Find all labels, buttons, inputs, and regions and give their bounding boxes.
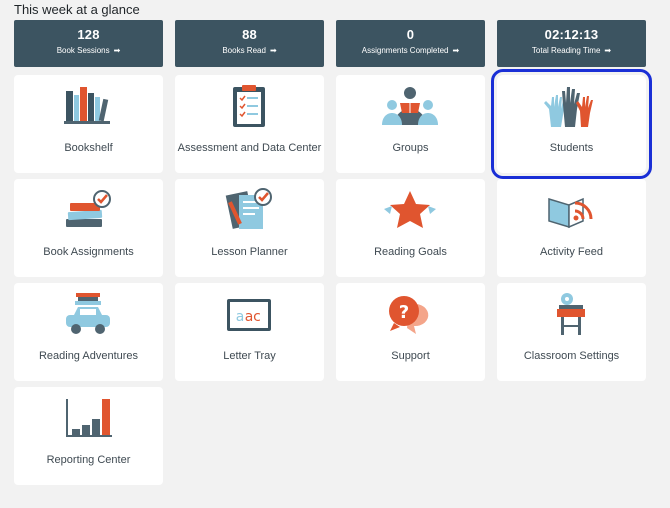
page-heading: This week at a glance: [14, 2, 140, 17]
abc-board-icon: a a c: [219, 291, 279, 337]
stat-label-row: Total Reading Time ➡: [497, 46, 646, 55]
tile-label: Reporting Center: [46, 454, 131, 466]
stat-total-reading-time[interactable]: 02:12:13 Total Reading Time ➡: [497, 20, 646, 67]
star-icon: [380, 187, 440, 233]
tile-label: Support: [391, 350, 430, 362]
stat-label-row: Book Sessions ➡: [14, 46, 163, 55]
tile-label: Book Assignments: [43, 246, 134, 258]
stat-value: 128: [77, 27, 100, 42]
tile-support[interactable]: ? Support: [336, 283, 485, 381]
arrow-right-icon: ➡: [604, 46, 612, 55]
desk-gear-icon: [541, 291, 601, 337]
car-books-icon: [58, 291, 118, 337]
tile-label: Reading Goals: [374, 246, 447, 258]
bar-chart-icon: [58, 395, 118, 441]
lesson-planner-icon: [219, 187, 279, 233]
tile-students[interactable]: Students: [491, 69, 652, 179]
bookshelf-icon: [58, 83, 118, 129]
stat-label: Book Sessions: [56, 46, 110, 55]
arrow-right-icon: ➡: [113, 46, 121, 55]
tile-label: Reading Adventures: [38, 350, 139, 362]
tile-assessment-data-center[interactable]: Assessment and Data Center: [175, 75, 324, 173]
tile-label: Students: [549, 142, 594, 154]
question-bubble-icon: ?: [380, 291, 440, 337]
group-reading-icon: [380, 83, 440, 129]
stat-label-row: Books Read ➡: [175, 46, 324, 55]
stat-book-sessions[interactable]: 128 Book Sessions ➡: [14, 20, 163, 67]
stat-books-read[interactable]: 88 Books Read ➡: [175, 20, 324, 67]
stat-value: 88: [242, 27, 257, 42]
arrow-right-icon: ➡: [269, 46, 277, 55]
tile-bookshelf[interactable]: Bookshelf: [14, 75, 163, 173]
stat-label: Total Reading Time: [531, 46, 601, 55]
tile-activity-feed[interactable]: Activity Feed: [497, 179, 646, 277]
stat-label-row: Assignments Completed ➡: [336, 46, 485, 55]
raised-hands-icon: [541, 83, 601, 129]
tile-label: Lesson Planner: [211, 246, 288, 258]
stat-label: Assignments Completed: [361, 46, 449, 55]
tile-classroom-settings[interactable]: Classroom Settings: [497, 283, 646, 381]
svg-text:a: a: [245, 309, 254, 325]
stat-value: 0: [406, 27, 415, 42]
tile-label: Groups: [392, 142, 429, 154]
svg-text:c: c: [253, 309, 261, 325]
tile-reading-adventures[interactable]: Reading Adventures: [14, 283, 163, 381]
clipboard-checklist-icon: [219, 83, 279, 129]
book-feed-icon: [541, 187, 601, 233]
svg-text:a: a: [236, 309, 245, 325]
tile-label: Bookshelf: [64, 142, 113, 154]
tile-label: Assessment and Data Center: [177, 142, 322, 154]
tile-letter-tray[interactable]: a a c Letter Tray: [175, 283, 324, 381]
stat-value: 02:12:13: [544, 27, 599, 42]
tile-reporting-center[interactable]: Reporting Center: [14, 387, 163, 485]
arrow-right-icon: ➡: [452, 46, 460, 55]
svg-text:?: ?: [399, 302, 409, 323]
tile-label: Activity Feed: [540, 246, 603, 258]
tile-label: Letter Tray: [223, 350, 276, 362]
tile-groups[interactable]: Groups: [336, 75, 485, 173]
tile-lesson-planner[interactable]: Lesson Planner: [175, 179, 324, 277]
tile-reading-goals[interactable]: Reading Goals: [336, 179, 485, 277]
stat-assignments-completed[interactable]: 0 Assignments Completed ➡: [336, 20, 485, 67]
book-stack-check-icon: [58, 187, 118, 233]
tile-book-assignments[interactable]: Book Assignments: [14, 179, 163, 277]
stat-label: Books Read: [222, 46, 266, 55]
tile-label: Classroom Settings: [523, 350, 620, 362]
